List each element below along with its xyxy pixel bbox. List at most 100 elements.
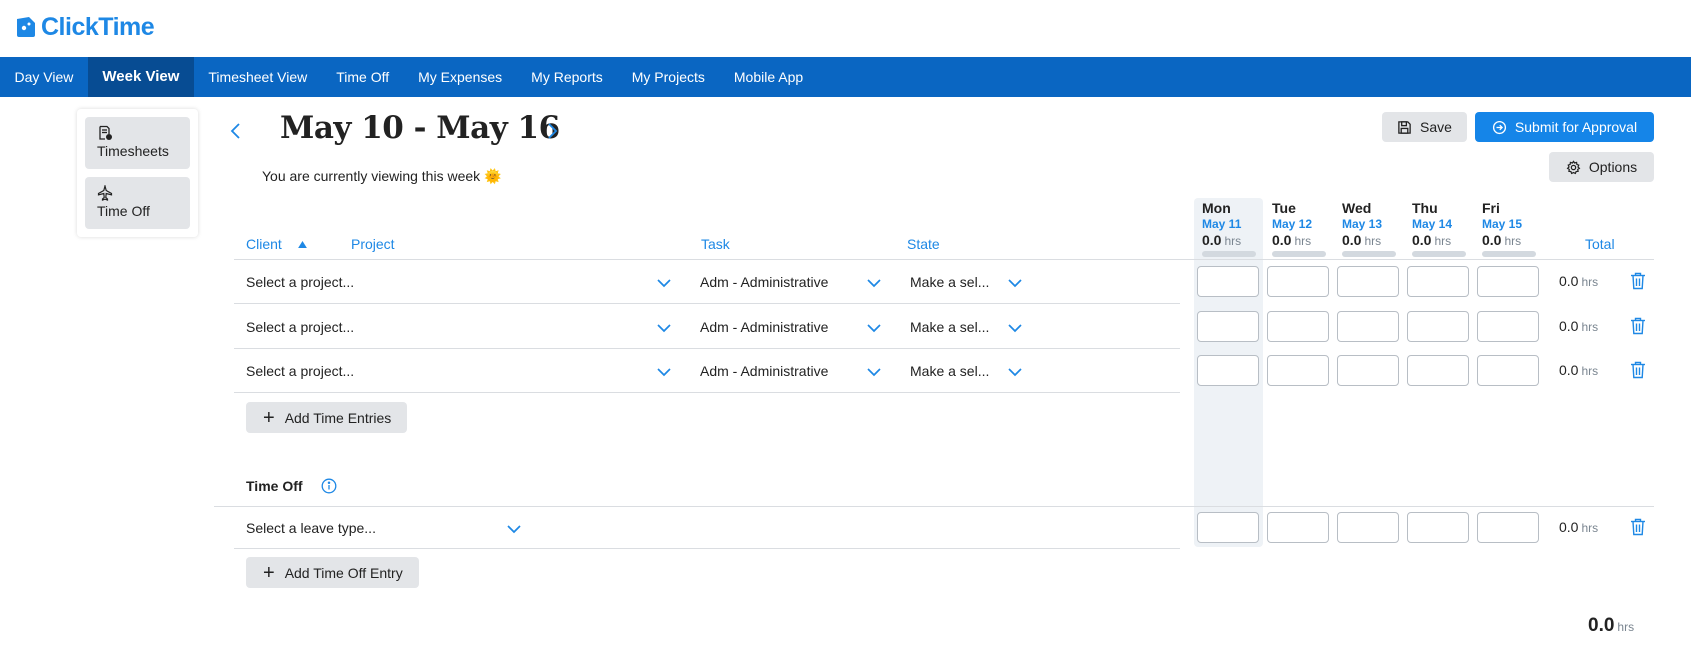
task-chevron-down-icon[interactable] (866, 275, 882, 291)
row-divider (234, 348, 1180, 349)
leave-type-chevron-down-icon[interactable] (506, 521, 522, 537)
hours-input-tue[interactable] (1267, 311, 1329, 342)
hours-input-mon[interactable] (1197, 512, 1259, 543)
nav-timesheet-view[interactable]: Timesheet View (194, 57, 322, 97)
day-date: May 15 (1482, 217, 1523, 231)
delete-row-trash-icon[interactable] (1630, 272, 1646, 290)
day-hours: 0.0 hrs (1482, 232, 1542, 248)
state-chevron-down-icon[interactable] (1007, 320, 1023, 336)
row-total-unit: hrs (1581, 320, 1599, 334)
hours-input-thu[interactable] (1407, 512, 1469, 543)
state-chevron-down-icon[interactable] (1007, 364, 1023, 380)
hours-input-thu[interactable] (1407, 266, 1469, 297)
column-header-client[interactable]: Client (246, 236, 307, 252)
plus-icon: + (263, 406, 275, 429)
day-hours: 0.0 hrs (1412, 232, 1472, 248)
submit-for-approval-button[interactable]: Submit for Approval (1475, 112, 1654, 142)
hours-input-mon[interactable] (1197, 355, 1259, 386)
delete-row-trash-icon[interactable] (1630, 317, 1646, 335)
day-hours-unit: hrs (1224, 234, 1242, 248)
column-header-state[interactable]: State (907, 236, 940, 252)
day-progress-bar (1202, 251, 1256, 257)
delete-row-trash-icon[interactable] (1630, 518, 1646, 536)
row-total-value: 0.0 (1559, 318, 1579, 334)
hours-input-mon[interactable] (1197, 311, 1259, 342)
state-select[interactable]: Make a sel... (910, 363, 989, 379)
state-select[interactable]: Make a sel... (910, 274, 989, 290)
previous-week-arrow-icon[interactable] (226, 121, 246, 141)
day-header-mon: Mon May 11 0.0 hrs (1202, 200, 1262, 257)
row-divider (234, 392, 1180, 393)
state-chevron-down-icon[interactable] (1007, 275, 1023, 291)
sidebar-item-time-off[interactable]: Time Off (85, 177, 190, 229)
state-select[interactable]: Make a sel... (910, 319, 989, 335)
hours-input-wed[interactable] (1337, 266, 1399, 297)
hours-input-wed[interactable] (1337, 355, 1399, 386)
row-total: 0.0 hrs (1559, 519, 1598, 535)
sidebar-item-timesheets[interactable]: Timesheets (85, 117, 190, 169)
grand-total: 0.0 hrs (1588, 615, 1634, 637)
plus-icon: + (263, 561, 275, 584)
nav-week-view[interactable]: Week View (87, 57, 194, 97)
hours-input-wed[interactable] (1337, 512, 1399, 543)
add-time-entries-button[interactable]: + Add Time Entries (246, 402, 408, 433)
day-hours-value: 0.0 (1412, 232, 1432, 248)
options-button[interactable]: Options (1549, 152, 1654, 182)
day-name: Wed (1342, 200, 1372, 216)
airplane-icon (97, 185, 113, 201)
time-off-section-title: Time Off (246, 478, 303, 494)
day-hours-value: 0.0 (1272, 232, 1292, 248)
hours-input-tue[interactable] (1267, 512, 1329, 543)
day-date: May 13 (1342, 217, 1383, 231)
day-hours-unit: hrs (1434, 234, 1452, 248)
hours-input-mon[interactable] (1197, 266, 1259, 297)
nav-my-expenses[interactable]: My Expenses (404, 57, 517, 97)
day-date: May 11 (1202, 217, 1242, 231)
hours-input-fri[interactable] (1477, 266, 1539, 297)
project-chevron-down-icon[interactable] (656, 320, 672, 336)
grand-total-unit: hrs (1617, 620, 1635, 634)
clicktime-logo[interactable]: ClickTime (14, 12, 155, 42)
row-total-unit: hrs (1581, 364, 1599, 378)
hours-input-tue[interactable] (1267, 355, 1329, 386)
column-header-task[interactable]: Task (701, 236, 730, 252)
project-select[interactable]: Select a project... (246, 274, 354, 290)
nav-my-projects[interactable]: My Projects (617, 57, 719, 97)
hours-input-wed[interactable] (1337, 311, 1399, 342)
column-header-project[interactable]: Project (351, 236, 395, 252)
add-time-off-entry-button[interactable]: + Add Time Off Entry (246, 557, 419, 588)
next-week-arrow-icon[interactable] (542, 121, 562, 141)
hours-input-fri[interactable] (1477, 512, 1539, 543)
header-divider (234, 259, 1654, 260)
project-select[interactable]: Select a project... (246, 363, 354, 379)
task-chevron-down-icon[interactable] (866, 364, 882, 380)
day-name: Tue (1272, 200, 1296, 216)
nav-time-off[interactable]: Time Off (322, 57, 404, 97)
project-chevron-down-icon[interactable] (656, 275, 672, 291)
day-header-tue: Tue May 12 0.0 hrs (1272, 200, 1332, 257)
day-header-wed: Wed May 13 0.0 hrs (1342, 200, 1402, 257)
day-date: May 12 (1272, 217, 1313, 231)
hours-input-tue[interactable] (1267, 266, 1329, 297)
nav-mobile-app[interactable]: Mobile App (719, 57, 817, 97)
row-total: 0.0 hrs (1559, 273, 1598, 289)
save-button[interactable]: Save (1382, 112, 1467, 142)
day-hours: 0.0 hrs (1272, 232, 1332, 248)
nav-day-view[interactable]: Day View (0, 57, 88, 97)
hours-input-fri[interactable] (1477, 355, 1539, 386)
task-select[interactable]: Adm - Administrative (700, 274, 828, 290)
project-select[interactable]: Select a project... (246, 319, 354, 335)
task-select[interactable]: Adm - Administrative (700, 363, 828, 379)
nav-my-reports[interactable]: My Reports (517, 57, 618, 97)
hours-input-fri[interactable] (1477, 311, 1539, 342)
hours-input-thu[interactable] (1407, 355, 1469, 386)
info-icon[interactable] (321, 478, 337, 494)
time-off-header-divider (214, 506, 1654, 507)
leave-type-select[interactable]: Select a leave type... (246, 520, 376, 536)
day-progress-bar (1342, 251, 1396, 257)
project-chevron-down-icon[interactable] (656, 364, 672, 380)
task-chevron-down-icon[interactable] (866, 320, 882, 336)
hours-input-thu[interactable] (1407, 311, 1469, 342)
task-select[interactable]: Adm - Administrative (700, 319, 828, 335)
delete-row-trash-icon[interactable] (1630, 361, 1646, 379)
